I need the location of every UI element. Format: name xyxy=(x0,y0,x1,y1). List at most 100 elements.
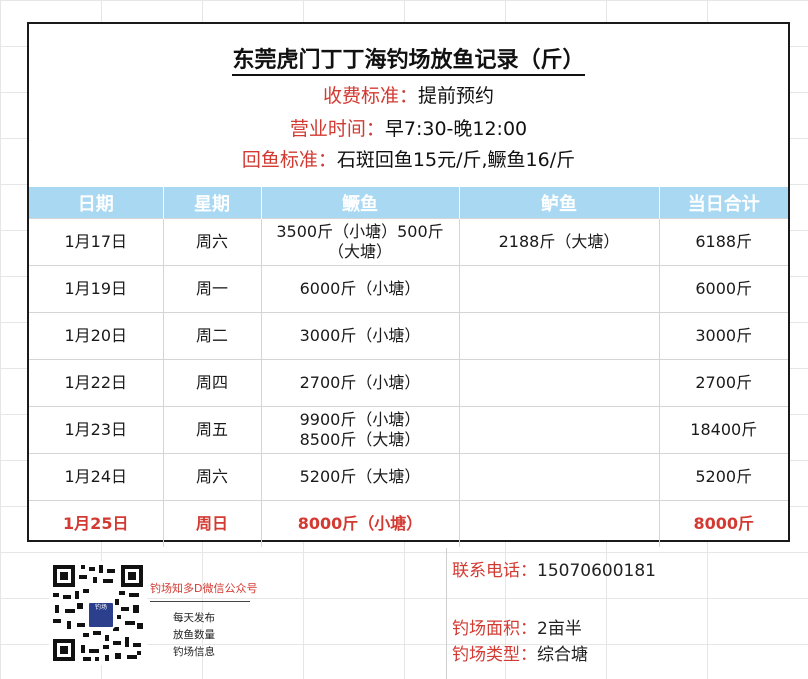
cell-guiyu-text: 6000斤（小塘） xyxy=(299,279,421,298)
footer-divider xyxy=(446,548,447,679)
cell-weekday: 周四 xyxy=(163,359,262,407)
hours-label: 营业时间： xyxy=(289,118,385,140)
wechat-desc-line: 放鱼数量 xyxy=(173,629,215,641)
cell-date-text: 1月20日 xyxy=(64,326,128,345)
cell-guiyu-text: 8500斤（大塘） xyxy=(299,430,421,449)
phone-label: 联系电话： xyxy=(452,561,537,581)
cell-luyu xyxy=(459,359,660,407)
cell-total: 2700斤 xyxy=(659,359,788,407)
cell-total-text: 18400斤 xyxy=(690,420,758,439)
fish-release-table: 日期 星期 鳜鱼 鲈鱼 当日合计 1月17日 周六 3500斤（小塘）500斤 （大塘… xyxy=(29,187,788,547)
fishing-record-board: 东莞虎门丁丁海钓场放鱼记录（斤） 收费标准：提前预约 营业时间：早7:30-晚1… xyxy=(27,22,790,547)
cell-date: 1月20日 xyxy=(29,312,164,360)
cell-luyu xyxy=(459,265,660,313)
area-label: 钓场面积： xyxy=(452,619,537,639)
cell-luyu xyxy=(459,500,660,547)
cell-date: 1月24日 xyxy=(29,453,164,501)
area-value: 2亩半 xyxy=(537,619,582,639)
cell-guiyu: 6000斤（小塘） xyxy=(261,265,460,313)
cell-weekday: 周五 xyxy=(163,406,262,454)
wechat-divider xyxy=(150,601,250,602)
cell-total-text: 6188斤 xyxy=(695,232,753,251)
cell-luyu xyxy=(459,406,660,454)
wechat-desc-line: 钓场信息 xyxy=(173,646,215,658)
cell-total-text: 2700斤 xyxy=(695,373,753,392)
col-header-total: 当日合计 xyxy=(659,187,788,219)
return-info: 回鱼标准：石斑回鱼15元/斤,鳜鱼16/斤 xyxy=(29,145,788,172)
cell-guiyu-text: （大塘） xyxy=(327,242,392,261)
cell-guiyu: 9900斤（小塘） 8500斤（大塘） xyxy=(261,406,460,454)
fee-label: 收费标准： xyxy=(322,85,418,107)
cell-guiyu-text: 5200斤（大塘） xyxy=(299,467,421,486)
cell-total-text: 3000斤 xyxy=(695,326,753,345)
venue-area: 钓场面积：2亩半 xyxy=(452,614,582,639)
phone-value: 15070600181 xyxy=(537,561,656,581)
cell-total-text: 5200斤 xyxy=(695,467,753,486)
cell-date-text: 1月24日 xyxy=(64,467,128,486)
cell-total-text: 6000斤 xyxy=(695,279,753,298)
cell-date-text: 1月19日 xyxy=(64,279,128,298)
cell-weekday-text: 周六 xyxy=(195,467,228,486)
cell-luyu xyxy=(459,312,660,360)
cell-date: 1月22日 xyxy=(29,359,164,407)
table-row: 1月19日 周一 6000斤（小塘） 6000斤 xyxy=(29,265,788,313)
cell-guiyu: 3000斤（小塘） xyxy=(261,312,460,360)
col-header-weekday: 星期 xyxy=(163,187,262,219)
venue-type: 钓场类型：综合塘 xyxy=(452,640,588,665)
cell-weekday-text: 周二 xyxy=(195,326,228,345)
return-value: 石斑回鱼15元/斤,鳜鱼16/斤 xyxy=(336,149,576,171)
cell-date: 1月23日 xyxy=(29,406,164,454)
wechat-desc-line: 每天发布 xyxy=(173,612,215,624)
type-value: 综合塘 xyxy=(537,645,588,665)
fee-value: 提前预约 xyxy=(418,85,495,107)
cell-weekday: 周一 xyxy=(163,265,262,313)
contact-phone: 联系电话：15070600181 xyxy=(452,556,656,581)
cell-total-text: 8000斤 xyxy=(693,514,755,533)
cell-guiyu-text: 9900斤（小塘） xyxy=(299,410,421,429)
type-label: 钓场类型： xyxy=(452,645,537,665)
table-row: 1月17日 周六 3500斤（小塘）500斤 （大塘） 2188斤（大塘） 6188斤 xyxy=(29,218,788,266)
cell-date-text: 1月25日 xyxy=(63,514,129,533)
cell-guiyu-text: 2700斤（小塘） xyxy=(299,373,421,392)
cell-total: 5200斤 xyxy=(659,453,788,501)
cell-date: 1月19日 xyxy=(29,265,164,313)
cell-date: 1月25日 xyxy=(29,500,164,547)
cell-luyu-text: 2188斤（大塘） xyxy=(498,232,620,251)
return-label: 回鱼标准： xyxy=(241,149,337,171)
cell-weekday-text: 周日 xyxy=(195,514,228,533)
cell-weekday: 周六 xyxy=(163,453,262,501)
qr-logo: 钓场 xyxy=(87,601,115,629)
table-row: 1月25日 周日 8000斤（小塘） 8000斤 xyxy=(29,500,788,547)
col-header-luyu: 鲈鱼 xyxy=(459,187,660,219)
col-header-date: 日期 xyxy=(29,187,164,219)
cell-total: 18400斤 xyxy=(659,406,788,454)
cell-weekday-text: 周四 xyxy=(195,373,228,392)
table-row: 1月20日 周二 3000斤（小塘） 3000斤 xyxy=(29,312,788,360)
cell-guiyu-text: 3000斤（小塘） xyxy=(299,326,421,345)
page-title: 东莞虎门丁丁海钓场放鱼记录（斤） xyxy=(29,42,788,76)
table-header-row: 日期 星期 鳜鱼 鲈鱼 当日合计 xyxy=(29,187,788,219)
cell-total: 6188斤 xyxy=(659,218,788,266)
qr-code: 钓场 xyxy=(49,561,147,665)
cell-weekday-text: 周一 xyxy=(195,279,228,298)
cell-total: 6000斤 xyxy=(659,265,788,313)
col-header-guiyu: 鳜鱼 xyxy=(261,187,460,219)
hours-value: 早7:30-晚12:00 xyxy=(384,118,528,140)
cell-luyu xyxy=(459,453,660,501)
cell-total: 8000斤 xyxy=(659,500,788,547)
table-row: 1月24日 周六 5200斤（大塘） 5200斤 xyxy=(29,453,788,501)
cell-date: 1月17日 xyxy=(29,218,164,266)
wechat-account-name: 钓场知多D微信公众号 xyxy=(150,582,258,595)
cell-guiyu: 3500斤（小塘）500斤 （大塘） xyxy=(261,218,460,266)
fee-info: 收费标准：提前预约 xyxy=(29,81,788,108)
hours-info: 营业时间：早7:30-晚12:00 xyxy=(29,114,788,141)
cell-weekday: 周日 xyxy=(163,500,262,547)
cell-guiyu-text: 8000斤（小塘） xyxy=(297,514,423,533)
cell-date-text: 1月23日 xyxy=(64,420,128,439)
cell-weekday-text: 周六 xyxy=(195,232,228,251)
cell-weekday-text: 周五 xyxy=(195,420,228,439)
cell-guiyu: 8000斤（小塘） xyxy=(261,500,460,547)
table-row: 1月22日 周四 2700斤（小塘） 2700斤 xyxy=(29,359,788,407)
cell-date-text: 1月22日 xyxy=(64,373,128,392)
cell-weekday: 周二 xyxy=(163,312,262,360)
